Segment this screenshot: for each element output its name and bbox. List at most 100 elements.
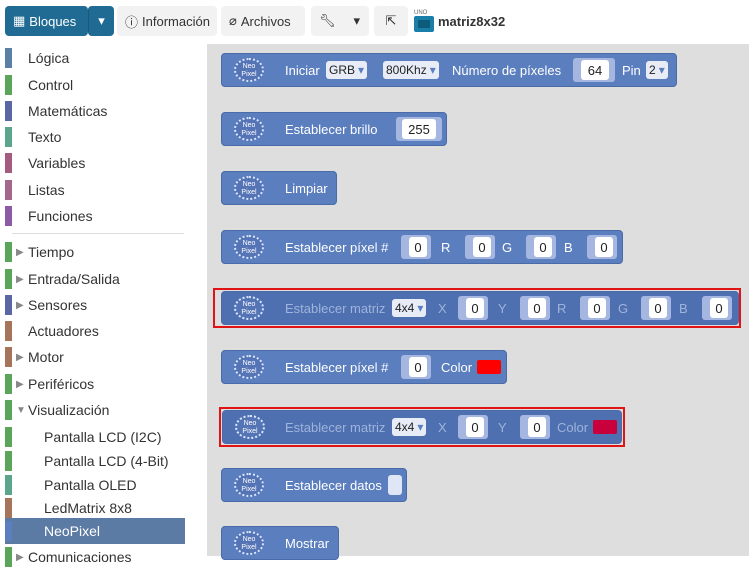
category-color-bar: [5, 498, 12, 518]
x-label: X: [438, 300, 447, 316]
set-matrix-rgb-block[interactable]: NeoPixel Establecer matriz 4x4 X 0 Y 0 R…: [221, 291, 739, 325]
sidebar-item-neopixel[interactable]: NeoPixel: [5, 518, 185, 544]
neopixel-icon: Neo Pixel: [234, 531, 264, 555]
y-input[interactable]: 0: [528, 417, 546, 437]
set-matrix-color-block[interactable]: NeoPixel Establecer matriz 4x4 X 0 Y 0 C…: [222, 410, 622, 444]
neopixel-icon: Neo Pixel: [234, 235, 264, 259]
share-icon: ⇱: [385, 13, 397, 28]
category-color-bar: [5, 374, 12, 394]
sidebar-item-pantalla-lcd-4-bit-[interactable]: Pantalla LCD (4-Bit): [5, 448, 185, 474]
pixel-count-input[interactable]: 64: [581, 60, 609, 80]
category-color-bar: [5, 400, 12, 420]
neopixel-icon: Neo Pixel: [235, 415, 265, 439]
y-label: Y: [498, 300, 507, 316]
set-matrix-label: Establecer matriz: [285, 300, 386, 316]
neopixel-init-block[interactable]: NeoPixel Iniciar GRB 800Khz Número de pí…: [221, 53, 677, 87]
caret-right-icon[interactable]: ▶: [16, 300, 28, 311]
set-pixel-rgb-block[interactable]: Neo Pixel Establecer píxel # 0 R 0 G 0 B …: [221, 230, 623, 264]
show-block[interactable]: Neo Pixel Mostrar: [221, 526, 339, 560]
sidebar-item-label: Comunicaciones: [28, 549, 132, 565]
brightness-input[interactable]: 255: [402, 119, 436, 139]
caret-right-icon[interactable]: ▶: [16, 552, 28, 563]
r-input[interactable]: 0: [473, 237, 491, 257]
color-picker[interactable]: [477, 360, 501, 374]
x-input[interactable]: 0: [466, 417, 484, 437]
x-input[interactable]: 0: [466, 298, 484, 318]
pixel-index-input[interactable]: 0: [409, 237, 427, 257]
sidebar-item-variables[interactable]: Variables: [5, 150, 185, 176]
sidebar-item-actuadores[interactable]: Actuadores: [5, 318, 185, 344]
b-input[interactable]: 0: [595, 237, 613, 257]
caret-down-icon[interactable]: ▼: [16, 405, 28, 416]
sidebar-item-label: Periféricos: [28, 376, 95, 392]
pin-dropdown[interactable]: 2: [646, 61, 668, 79]
y-input[interactable]: 0: [528, 298, 546, 318]
frequency-dropdown[interactable]: 800Khz: [383, 61, 439, 79]
sidebar-item-comunicaciones[interactable]: ▶ Comunicaciones: [5, 544, 185, 570]
toolbox-sidebar: Lógica Control Matemáticas Texto Variables Li…: [0, 44, 207, 567]
color-label: Color: [557, 419, 589, 435]
blocks-dropdown-button[interactable]: ▾: [88, 6, 114, 36]
sidebar-item-funciones[interactable]: Funciones: [5, 203, 185, 229]
sidebar-item-pantalla-lcd-i2c-[interactable]: Pantalla LCD (I2C): [5, 424, 185, 450]
neopixel-icon: Neo Pixel: [234, 473, 264, 497]
caret-right-icon[interactable]: ▶: [16, 274, 28, 285]
y-label: Y: [498, 419, 507, 435]
sidebar-item-periféricos[interactable]: ▶ Periféricos: [5, 371, 185, 397]
set-data-label: Establecer datos: [285, 477, 382, 493]
data-input-slot[interactable]: [388, 475, 402, 495]
caret-right-icon[interactable]: ▶: [16, 379, 28, 390]
category-color-bar: [5, 347, 12, 367]
type-dropdown[interactable]: GRB: [326, 61, 368, 79]
files-button[interactable]: ⌀ Archivos: [221, 6, 305, 36]
sidebar-item-matemáticas[interactable]: Matemáticas: [5, 98, 185, 124]
matrix-size-dropdown[interactable]: 4x4: [392, 299, 427, 317]
b-input[interactable]: 0: [710, 298, 728, 318]
neopixel-icon: Neo Pixel: [234, 176, 264, 200]
set-pixel-color-block[interactable]: Neo Pixel Establecer píxel # 0 Color: [221, 350, 507, 384]
category-color-bar: [5, 242, 12, 262]
neopixel-icon: Neo Pixel: [234, 296, 264, 320]
blocks-workspace[interactable]: NeoPixel Iniciar GRB 800Khz Número de pí…: [207, 44, 749, 560]
sidebar-item-motor[interactable]: ▶ Motor: [5, 344, 185, 370]
tools-button[interactable]: 🔧︎ ▾: [311, 6, 369, 36]
sidebar-item-tiempo[interactable]: ▶ Tiempo: [5, 239, 185, 265]
g-input[interactable]: 0: [534, 237, 552, 257]
r-input[interactable]: 0: [588, 298, 606, 318]
sidebar-item-lógica[interactable]: Lógica: [5, 45, 185, 71]
set-matrix-label: Establecer matriz: [285, 419, 386, 435]
sidebar-item-listas[interactable]: Listas: [5, 177, 185, 203]
neopixel-icon: Neo Pixel: [234, 117, 264, 141]
sidebar-item-label: Variables: [28, 155, 86, 171]
g-label: G: [502, 239, 513, 255]
sidebar-item-sensores[interactable]: ▶ Sensores: [5, 292, 185, 318]
g-input[interactable]: 0: [649, 298, 667, 318]
pin-label: Pin: [622, 62, 641, 78]
set-brightness-block[interactable]: Neo Pixel Establecer brillo 255: [221, 112, 447, 146]
color-picker[interactable]: [593, 420, 617, 434]
export-button[interactable]: ⇱: [374, 6, 408, 36]
pixel-index-input[interactable]: 0: [409, 357, 427, 377]
sidebar-item-label: Motor: [28, 349, 64, 365]
sidebar-item-entrada-salida[interactable]: ▶ Entrada/Salida: [5, 266, 185, 292]
caret-right-icon[interactable]: ▶: [16, 247, 28, 258]
caret-right-icon[interactable]: ▶: [16, 352, 28, 363]
pixel-count-label: Número de píxeles: [452, 62, 562, 78]
b-label: B: [564, 239, 573, 255]
category-color-bar: [5, 269, 12, 289]
clear-block[interactable]: Neo Pixel Limpiar: [221, 171, 337, 205]
sidebar-item-texto[interactable]: Texto: [5, 124, 185, 150]
r-label: R: [557, 300, 567, 316]
sidebar-item-visualización[interactable]: ▼ Visualización: [5, 397, 185, 423]
project-title[interactable]: matriz8x32: [414, 6, 505, 36]
show-label: Mostrar: [285, 535, 330, 551]
category-color-bar: [5, 127, 12, 147]
color-label: Color: [441, 359, 473, 375]
sidebar-item-control[interactable]: Control: [5, 72, 185, 98]
set-data-block[interactable]: Neo Pixel Establecer datos: [221, 468, 407, 502]
matrix-size-dropdown[interactable]: 4x4: [392, 418, 427, 436]
neopixel-icon: Neo Pixel: [234, 58, 264, 82]
neopixel-icon: Neo Pixel: [234, 355, 264, 379]
info-button[interactable]: ⓘ Información: [117, 6, 217, 36]
blocks-button[interactable]: ▦ Bloques: [5, 6, 88, 36]
